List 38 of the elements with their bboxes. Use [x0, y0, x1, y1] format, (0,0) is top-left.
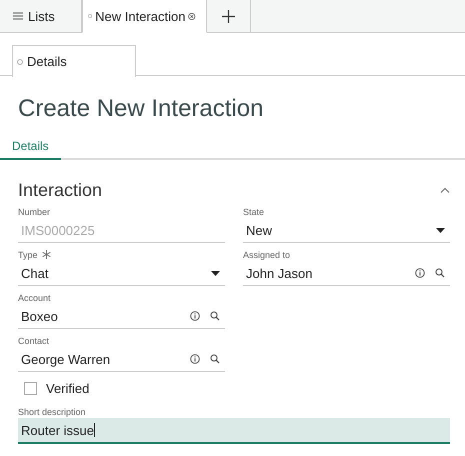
field-label: State: [243, 206, 264, 216]
input-field[interactable]: Router issue: [18, 418, 450, 444]
circle-icon: [88, 13, 92, 19]
input-field[interactable]: John Jason: [243, 261, 450, 286]
subtab[interactable]: Details: [12, 45, 136, 77]
field-label: Number: [18, 206, 50, 216]
tab-label: New Interaction: [95, 8, 186, 24]
field-label: Short description: [18, 406, 86, 416]
field-label: Account: [18, 292, 51, 302]
list-icon: [13, 12, 23, 20]
collapse-icon[interactable]: [440, 187, 450, 193]
subtab-label: Details: [27, 54, 67, 69]
search-icon[interactable]: [210, 354, 220, 364]
required-icon: [42, 250, 51, 259]
section-tab[interactable]: Details: [0, 139, 61, 160]
checkbox-label: Verified: [46, 380, 90, 396]
tab-label: Lists: [28, 8, 55, 24]
input-field[interactable]: Boxeo: [18, 304, 225, 329]
circle-icon: [17, 58, 23, 64]
section-title: Interaction: [18, 180, 102, 200]
search-icon[interactable]: [435, 268, 445, 278]
dropdown-icon[interactable]: [211, 270, 220, 276]
page-title: Create New Interaction: [18, 95, 264, 124]
dropdown-icon[interactable]: [436, 228, 445, 232]
info-icon[interactable]: [415, 268, 425, 278]
plus-icon: [222, 10, 235, 22]
input-field[interactable]: New: [243, 218, 450, 243]
info-icon[interactable]: [190, 311, 200, 321]
checkbox[interactable]: [24, 382, 37, 394]
tab[interactable]: New Interaction: [82, 0, 207, 33]
input-field[interactable]: George Warren: [18, 347, 225, 372]
field-label: Assigned to: [243, 250, 290, 260]
info-icon[interactable]: [190, 354, 200, 364]
input-field[interactable]: Chat: [18, 261, 225, 286]
field-label: Type: [18, 250, 38, 260]
field-label: Contact: [18, 336, 50, 346]
close-icon[interactable]: [188, 10, 196, 22]
search-icon[interactable]: [210, 311, 220, 321]
